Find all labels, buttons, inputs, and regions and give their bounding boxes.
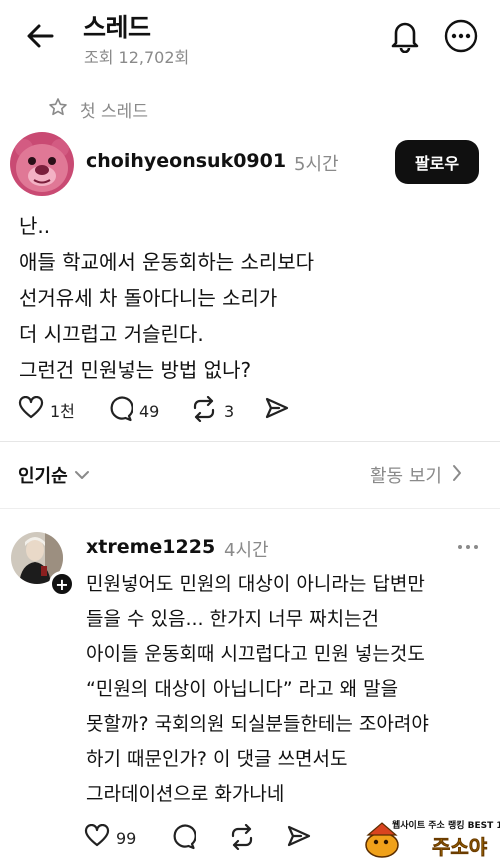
reply-time: 4시간 (224, 540, 269, 561)
heart-icon (18, 395, 44, 424)
reply-line: 못할까? 국회의원 되실분들한테는 조아려야 (86, 713, 429, 735)
watermark-logo: 웹사이트 주소 랭킹 BEST 1위 주소야 (362, 815, 500, 861)
post-time: 5시간 (294, 154, 339, 175)
reply-line: 민원넣어도 민원의 대상이 아니라는 답변만 (86, 573, 425, 595)
post-line: 선거유세 차 돌아다니는 소리가 (19, 286, 278, 310)
sort-dropdown[interactable]: 인기순 (18, 462, 90, 488)
watermark-tagline: 웹사이트 주소 랭킹 BEST 1위 (392, 821, 500, 831)
repost-button[interactable]: 3 (190, 395, 235, 426)
reply-like-count: 99 (116, 828, 137, 848)
reply-line: 하기 때문인가? 이 댓글 쓰면서도 (86, 748, 348, 770)
reply-share-button[interactable] (286, 824, 312, 852)
reply-body: 민원넣어도 민원의 대상이 아니라는 답변만 들을 수 있음... 한가지 너무… (86, 567, 429, 812)
first-thread-text: 첫 스레드 (80, 102, 148, 122)
comment-icon (170, 824, 197, 854)
bell-icon[interactable] (388, 17, 422, 54)
reply-author-name[interactable]: xtreme1225 (86, 536, 215, 558)
comment-button[interactable]: 49 (107, 396, 159, 426)
comment-count: 49 (139, 401, 160, 421)
like-count: 1천 (50, 402, 75, 421)
reply-line: 그라데이션으로 화가나네 (86, 783, 285, 805)
page-title: 스레드 (83, 13, 151, 42)
reply-line: “민원의 대상이 아닙니다” 라고 왜 말을 (86, 678, 399, 700)
share-icon (286, 824, 312, 852)
follow-button[interactable]: 팔로우 (395, 140, 479, 184)
chevron-down-icon (74, 465, 90, 486)
share-button[interactable] (264, 396, 290, 424)
repost-icon (228, 823, 256, 854)
divider (0, 441, 500, 442)
reply-like-button[interactable]: 99 (84, 823, 137, 852)
reply-line: 들을 수 있음... 한가지 너무 짜치는건 (86, 608, 380, 630)
post-line: 애들 학교에서 운동회하는 소리보다 (19, 250, 315, 274)
first-thread-label: 첫 스레드 (48, 97, 148, 122)
repost-icon (190, 395, 218, 426)
sort-label: 인기순 (18, 466, 68, 487)
view-count: 조회 12,702회 (84, 48, 190, 67)
post-line: 그런건 민원넣는 방법 없나? (19, 358, 252, 382)
author-name[interactable]: choihyeonsuk0901 (86, 150, 286, 172)
reply-comment-button[interactable] (170, 824, 197, 854)
back-arrow-icon[interactable] (22, 18, 58, 54)
post-body: 난.. 애들 학교에서 운동회하는 소리보다 선거유세 차 돌아다니는 소리가 … (19, 208, 314, 388)
chevron-right-icon (452, 464, 462, 487)
like-button[interactable]: 1천 (18, 395, 75, 424)
plus-icon[interactable]: + (49, 571, 75, 597)
divider (0, 508, 500, 509)
more-options-icon[interactable] (443, 18, 479, 54)
post-line: 난.. (19, 214, 51, 238)
reply-repost-button[interactable] (228, 823, 256, 854)
reply-line: 아이들 운동회때 시끄럽다고 민원 넣는것도 (86, 643, 425, 665)
comment-icon (107, 396, 134, 426)
watermark-brand: 주소야 (432, 835, 488, 860)
more-icon[interactable] (456, 538, 480, 556)
repost-count: 3 (224, 401, 235, 421)
view-activity-link[interactable]: 활동 보기 (370, 462, 462, 488)
heart-icon (84, 823, 110, 852)
post-line: 더 시끄럽고 거슬린다. (19, 322, 204, 346)
avatar[interactable] (10, 132, 74, 196)
activity-label: 활동 보기 (370, 466, 442, 487)
share-icon (264, 396, 290, 424)
star-icon (48, 97, 68, 122)
